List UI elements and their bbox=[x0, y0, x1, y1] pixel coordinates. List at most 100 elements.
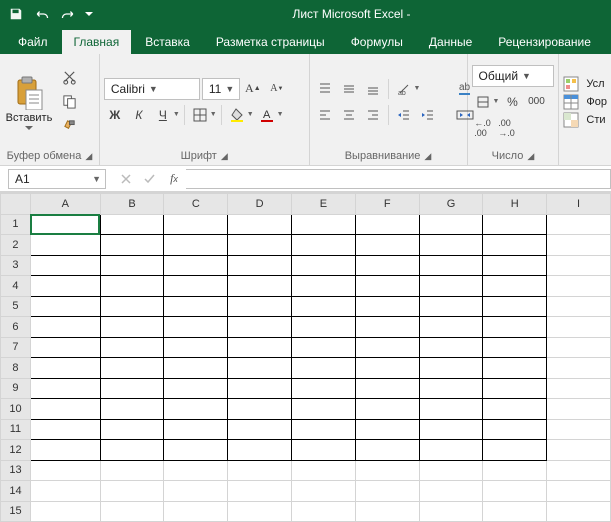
bold-button[interactable]: Ж bbox=[104, 104, 126, 126]
cell-I2[interactable] bbox=[547, 235, 611, 256]
cell-E12[interactable] bbox=[292, 440, 356, 461]
cell-B14[interactable] bbox=[100, 481, 164, 502]
cell-B4[interactable] bbox=[100, 276, 164, 297]
comma-style-icon[interactable]: 000 bbox=[525, 91, 547, 113]
row-header-8[interactable]: 8 bbox=[1, 358, 31, 379]
cell-G5[interactable] bbox=[419, 296, 483, 317]
cell-B9[interactable] bbox=[100, 378, 164, 399]
row-header-6[interactable]: 6 bbox=[1, 317, 31, 338]
cell-E9[interactable] bbox=[292, 378, 356, 399]
qat-customize-icon[interactable] bbox=[82, 2, 96, 26]
cell-A12[interactable] bbox=[30, 440, 100, 461]
cell-D10[interactable] bbox=[228, 399, 292, 420]
cell-E13[interactable] bbox=[292, 460, 356, 481]
cell-A14[interactable] bbox=[30, 481, 100, 502]
cell-H11[interactable] bbox=[483, 419, 547, 440]
cell-B3[interactable] bbox=[100, 255, 164, 276]
cell-B15[interactable] bbox=[100, 501, 164, 522]
cell-A13[interactable] bbox=[30, 460, 100, 481]
cancel-formula-icon[interactable] bbox=[114, 169, 138, 189]
cell-A8[interactable] bbox=[30, 358, 100, 379]
cell-C5[interactable] bbox=[164, 296, 228, 317]
cell-A11[interactable] bbox=[30, 419, 100, 440]
cell-D4[interactable] bbox=[228, 276, 292, 297]
cell-F15[interactable] bbox=[355, 501, 419, 522]
cell-D2[interactable] bbox=[228, 235, 292, 256]
fill-color-icon[interactable] bbox=[226, 104, 248, 126]
cell-B2[interactable] bbox=[100, 235, 164, 256]
cell-B13[interactable] bbox=[100, 460, 164, 481]
col-header-G[interactable]: G bbox=[419, 194, 483, 215]
spreadsheet-grid[interactable]: ABCDEFGHI123456789101112131415 bbox=[0, 192, 611, 522]
cell-D9[interactable] bbox=[228, 378, 292, 399]
conditional-formatting-button[interactable]: Усл bbox=[563, 76, 607, 92]
cell-I1[interactable] bbox=[547, 214, 611, 235]
select-all-corner[interactable] bbox=[1, 194, 31, 215]
align-middle-icon[interactable] bbox=[338, 78, 360, 100]
format-painter-icon[interactable] bbox=[58, 115, 80, 137]
cell-C1[interactable] bbox=[164, 214, 228, 235]
cell-D11[interactable] bbox=[228, 419, 292, 440]
cell-E4[interactable] bbox=[292, 276, 356, 297]
cell-I4[interactable] bbox=[547, 276, 611, 297]
cell-H10[interactable] bbox=[483, 399, 547, 420]
cell-G2[interactable] bbox=[419, 235, 483, 256]
cell-G3[interactable] bbox=[419, 255, 483, 276]
align-bottom-icon[interactable] bbox=[362, 78, 384, 100]
chevron-down-icon[interactable]: ▼ bbox=[210, 111, 217, 118]
cell-E7[interactable] bbox=[292, 337, 356, 358]
cell-B8[interactable] bbox=[100, 358, 164, 379]
increase-font-icon[interactable]: A▲ bbox=[242, 78, 264, 100]
percent-icon[interactable]: % bbox=[501, 91, 523, 113]
cell-C7[interactable] bbox=[164, 337, 228, 358]
cell-H4[interactable] bbox=[483, 276, 547, 297]
cell-E8[interactable] bbox=[292, 358, 356, 379]
cell-H3[interactable] bbox=[483, 255, 547, 276]
row-header-10[interactable]: 10 bbox=[1, 399, 31, 420]
col-header-I[interactable]: I bbox=[547, 194, 611, 215]
cell-F4[interactable] bbox=[355, 276, 419, 297]
row-header-3[interactable]: 3 bbox=[1, 255, 31, 276]
cell-I13[interactable] bbox=[547, 460, 611, 481]
orientation-icon[interactable]: ab bbox=[393, 78, 415, 100]
underline-button[interactable]: Ч bbox=[152, 104, 174, 126]
cell-I8[interactable] bbox=[547, 358, 611, 379]
cell-H13[interactable] bbox=[483, 460, 547, 481]
tab-page-layout[interactable]: Разметка страницы bbox=[204, 30, 337, 54]
cell-E3[interactable] bbox=[292, 255, 356, 276]
cell-F6[interactable] bbox=[355, 317, 419, 338]
cell-B5[interactable] bbox=[100, 296, 164, 317]
formula-input[interactable] bbox=[186, 169, 611, 189]
cell-C8[interactable] bbox=[164, 358, 228, 379]
cell-C14[interactable] bbox=[164, 481, 228, 502]
align-center-icon[interactable] bbox=[338, 104, 360, 126]
row-header-12[interactable]: 12 bbox=[1, 440, 31, 461]
increase-indent-icon[interactable] bbox=[417, 104, 439, 126]
row-header-13[interactable]: 13 bbox=[1, 460, 31, 481]
accounting-format-icon[interactable] bbox=[472, 91, 494, 113]
cell-C9[interactable] bbox=[164, 378, 228, 399]
col-header-B[interactable]: B bbox=[100, 194, 164, 215]
fx-icon[interactable]: fx bbox=[162, 169, 186, 189]
redo-icon[interactable] bbox=[56, 2, 80, 26]
chevron-down-icon[interactable]: ▼ bbox=[277, 111, 284, 118]
cell-G12[interactable] bbox=[419, 440, 483, 461]
row-header-5[interactable]: 5 bbox=[1, 296, 31, 317]
cell-I5[interactable] bbox=[547, 296, 611, 317]
cell-G11[interactable] bbox=[419, 419, 483, 440]
cell-H14[interactable] bbox=[483, 481, 547, 502]
tab-insert[interactable]: Вставка bbox=[133, 30, 202, 54]
cell-C6[interactable] bbox=[164, 317, 228, 338]
align-right-icon[interactable] bbox=[362, 104, 384, 126]
cell-F5[interactable] bbox=[355, 296, 419, 317]
row-header-11[interactable]: 11 bbox=[1, 419, 31, 440]
chevron-down-icon[interactable]: ▼ bbox=[247, 111, 254, 118]
save-icon[interactable] bbox=[4, 2, 28, 26]
cell-styles-button[interactable]: Сти bbox=[563, 112, 607, 128]
row-header-15[interactable]: 15 bbox=[1, 501, 31, 522]
cell-E5[interactable] bbox=[292, 296, 356, 317]
cell-B12[interactable] bbox=[100, 440, 164, 461]
cell-C2[interactable] bbox=[164, 235, 228, 256]
tab-review[interactable]: Рецензирование bbox=[486, 30, 603, 54]
alignment-launcher-icon[interactable]: ◢ bbox=[424, 151, 431, 162]
